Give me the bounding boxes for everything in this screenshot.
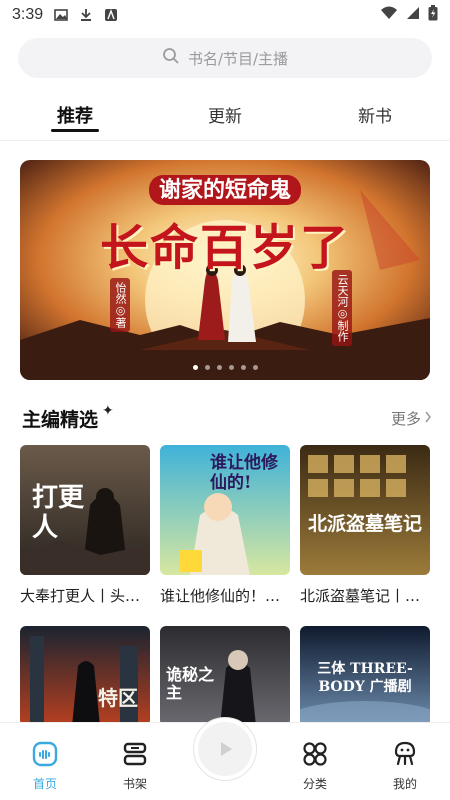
cover-title: 谁让他修仙的! xyxy=(210,453,278,493)
banner-studio-tag: 云天河◎制作 xyxy=(332,270,352,346)
banner-dot xyxy=(192,365,198,370)
search-placeholder: 书名/节目/主播 xyxy=(187,49,289,68)
banner-title: 长命百岁了 xyxy=(99,220,350,276)
book-card[interactable]: 北派盗墓笔记 北派盗墓笔记丨老豹演播 xyxy=(300,445,430,606)
nav-home[interactable]: 首页 xyxy=(0,723,90,800)
banner-dot xyxy=(240,365,246,370)
search-icon xyxy=(162,47,180,69)
player-disc xyxy=(198,722,252,776)
more-link[interactable]: 更多 xyxy=(391,408,432,429)
book-card[interactable]: 打更人 大奉打更人丨头部大咖IP xyxy=(20,445,150,606)
banner-subtitle: 谢家的短命鬼 xyxy=(20,172,430,205)
cover-title: 三体 THREE-BODY 广播剧 xyxy=(317,661,413,695)
banner-dot xyxy=(252,365,258,370)
tab-recommend[interactable]: 推荐 xyxy=(0,90,150,140)
signal-icon xyxy=(406,6,420,24)
book-card[interactable]: 谁让他修仙的! 谁让他修仙的！有声剧 xyxy=(160,445,290,606)
download-icon xyxy=(78,7,94,23)
book-grid: 打更人 大奉打更人丨头部大咖IP 谁让他修仙的! 谁让他修仙的！有声剧 xyxy=(20,445,430,726)
section-title: 主编精选 xyxy=(17,405,109,432)
chevron-right-icon xyxy=(424,409,432,427)
book-card[interactable]: 特区 xyxy=(20,626,150,726)
cover-title: 诡秘之主 xyxy=(166,665,215,702)
home-icon xyxy=(32,741,58,770)
nav-home-label: 首页 xyxy=(32,777,57,791)
search-bar[interactable]: 书名/节目/主播 xyxy=(18,38,432,78)
status-time: 3:39 xyxy=(12,6,44,23)
banner-dot xyxy=(228,365,234,370)
book-title: 谁让他修仙的！有声剧 xyxy=(160,587,290,605)
profile-icon xyxy=(392,741,418,770)
book-cover: 谁让他修仙的! xyxy=(160,445,290,575)
nav-profile-label: 我的 xyxy=(392,777,417,791)
banner-dot xyxy=(204,365,210,370)
banner-pagination xyxy=(20,365,430,370)
nav-bookshelf[interactable]: 书架 xyxy=(90,723,180,800)
image-icon xyxy=(53,7,69,23)
book-card[interactable]: 诡秘之主 xyxy=(160,626,290,726)
tab-new-books[interactable]: 新书 xyxy=(300,90,450,140)
nav-player-slot xyxy=(180,717,270,800)
book-cover: 北派盗墓笔记 xyxy=(300,445,430,575)
book-cover: 特区 xyxy=(20,626,150,726)
book-card[interactable]: 三体 THREE-BODY 广播剧 xyxy=(300,626,430,726)
bookshelf-icon xyxy=(122,741,148,770)
book-title: 北派盗墓笔记丨老豹演播 xyxy=(300,587,430,605)
mini-player-button[interactable] xyxy=(193,717,257,781)
cover-title: 打更人 xyxy=(32,483,85,543)
promo-banner[interactable]: 谢家的短命鬼 长命百岁了 怡然◎著 云天河◎制作 xyxy=(20,160,430,380)
wifi-icon xyxy=(380,6,398,24)
banner-dot xyxy=(216,365,222,370)
cover-title: 北派盗墓笔记 xyxy=(308,513,423,535)
book-cover: 打更人 xyxy=(20,445,150,575)
nav-profile[interactable]: 我的 xyxy=(360,723,450,800)
battery-icon xyxy=(428,5,438,25)
cover-title: 特区 xyxy=(98,686,138,710)
book-cover: 三体 THREE-BODY 广播剧 xyxy=(300,626,430,726)
book-title: 大奉打更人丨头部大咖IP xyxy=(20,587,150,605)
status-bar: 3:39 xyxy=(0,0,450,30)
book-cover: 诡秘之主 xyxy=(160,626,290,726)
nav-category-label: 分类 xyxy=(302,777,327,791)
play-icon xyxy=(221,742,232,756)
banner-author-tag: 怡然◎著 xyxy=(110,278,130,332)
app-notification-icon xyxy=(103,7,119,23)
nav-category[interactable]: 分类 xyxy=(270,723,360,800)
sparkle-icon: ✦ xyxy=(102,403,114,419)
tabs-divider xyxy=(0,140,450,141)
bottom-nav: 首页 书架 分类 我的 xyxy=(0,717,450,800)
tab-updates[interactable]: 更新 xyxy=(150,90,300,140)
nav-bookshelf-label: 书架 xyxy=(122,777,147,791)
category-icon xyxy=(302,741,328,770)
editor-picks-header: 主编精选 ✦ 更多 xyxy=(17,402,432,434)
top-tabs: 推荐 更新 新书 xyxy=(0,90,450,140)
more-label: 更多 xyxy=(390,409,421,428)
